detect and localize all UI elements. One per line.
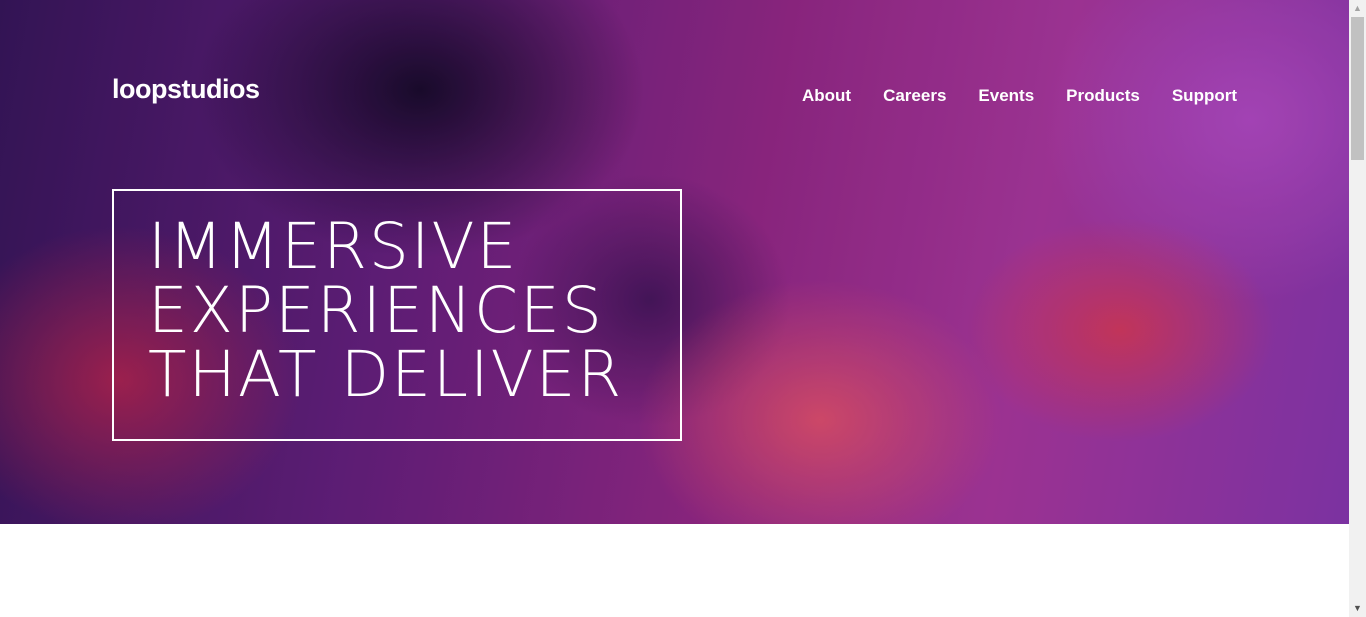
main-nav: About Careers Events Products Support bbox=[802, 86, 1237, 106]
scrollbar-thumb[interactable] bbox=[1351, 17, 1364, 160]
headline-line-1: IMMERSIVE bbox=[148, 210, 519, 283]
page: loopstudios About Careers Events Product… bbox=[0, 0, 1349, 617]
nav-link-careers[interactable]: Careers bbox=[883, 86, 946, 106]
scroll-down-arrow-icon[interactable]: ▼ bbox=[1349, 600, 1366, 617]
headline-box: IMMERSIVE EXPERIENCES THAT DELIVER bbox=[112, 189, 682, 441]
scroll-up-arrow-icon[interactable]: ▲ bbox=[1349, 0, 1366, 17]
logo[interactable]: loopstudios bbox=[112, 74, 260, 105]
nav-link-products[interactable]: Products bbox=[1066, 86, 1140, 106]
hero-headline: IMMERSIVE EXPERIENCES THAT DELIVER bbox=[148, 215, 623, 407]
nav-link-support[interactable]: Support bbox=[1172, 86, 1237, 106]
headline-line-2: EXPERIENCES bbox=[148, 274, 604, 347]
nav-link-about[interactable]: About bbox=[802, 86, 851, 106]
vertical-scrollbar[interactable]: ▲ ▼ bbox=[1349, 0, 1366, 617]
nav-link-events[interactable]: Events bbox=[978, 86, 1034, 106]
headline-line-3: THAT DELIVER bbox=[148, 338, 624, 411]
hero-section: loopstudios About Careers Events Product… bbox=[0, 0, 1349, 524]
